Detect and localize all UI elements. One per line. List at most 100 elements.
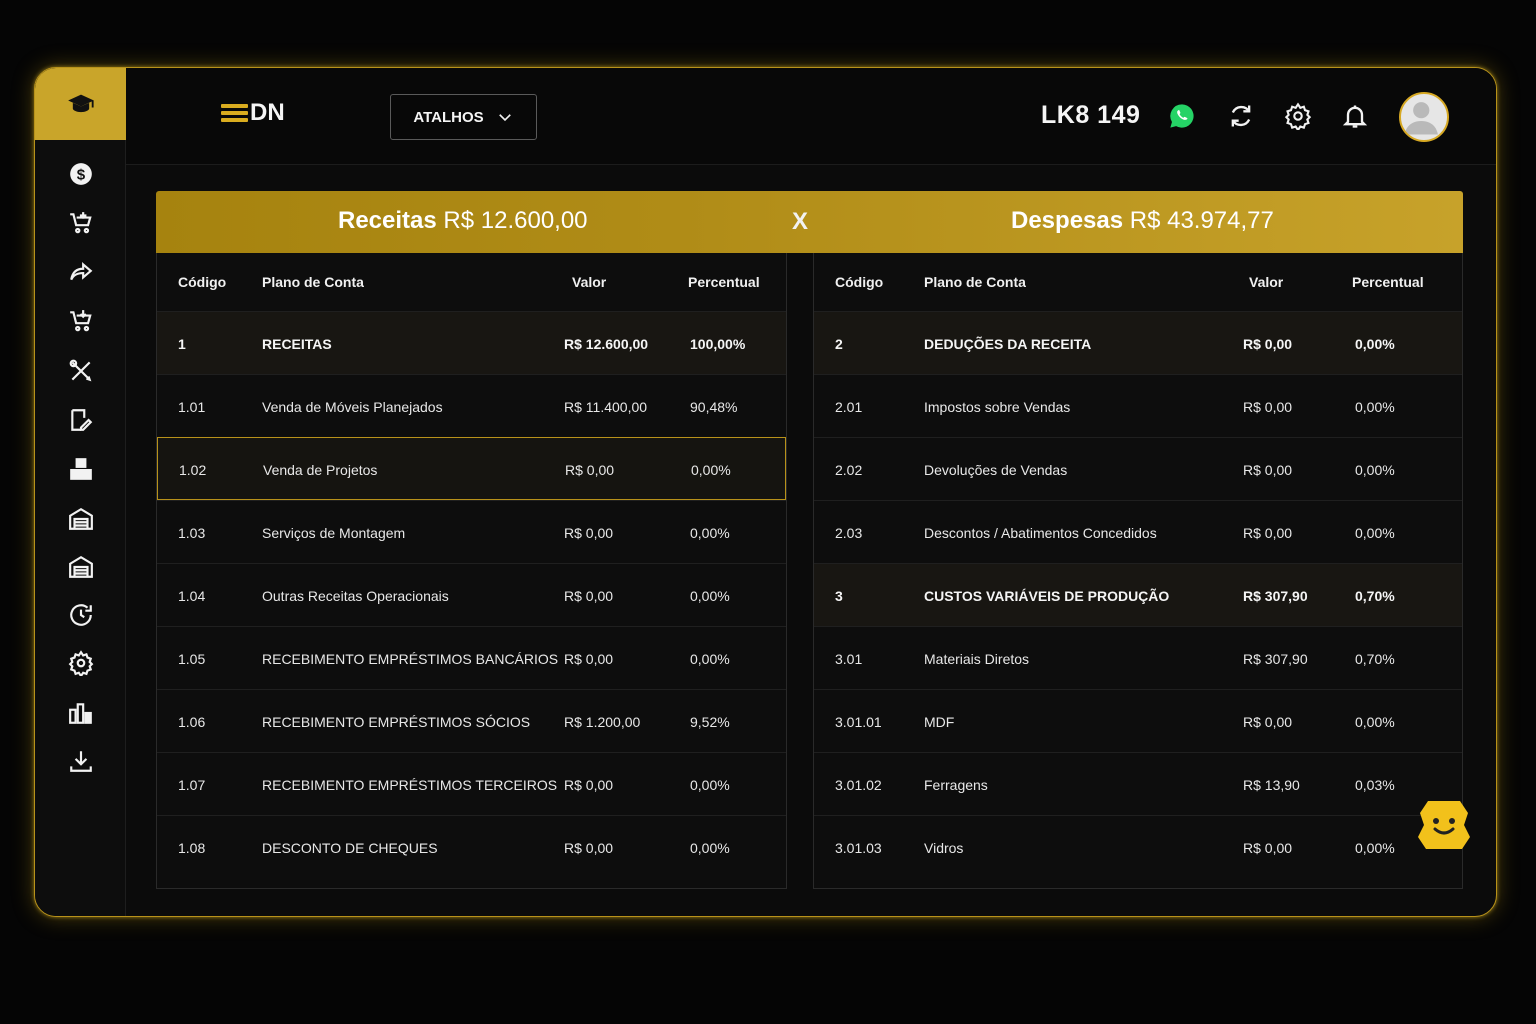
cell-code: 1.04 (178, 588, 206, 604)
sidebar-item-warehouse[interactable] (65, 503, 97, 535)
cell-value: R$ 0,00 (1243, 714, 1293, 730)
column-header-account[interactable]: Plano de Conta (924, 274, 1026, 290)
logo-text: DN (250, 99, 285, 126)
cell-percent: 0,00% (690, 525, 730, 541)
cell-code: 3 (835, 588, 843, 604)
sidebar-item-purchases[interactable] (65, 305, 97, 337)
column-header-value[interactable]: Valor (572, 274, 606, 290)
cell-percent: 0,00% (1355, 714, 1395, 730)
table-row[interactable]: 3.01.03 Vidros R$ 0,00 0,00% (814, 815, 1462, 878)
chevron-down-icon (498, 114, 511, 122)
expense-summary: Despesas R$ 43.974,77 (1011, 207, 1274, 235)
top-header: DN ATALHOS LK8 149 (126, 68, 1496, 165)
cell-percent: 0,70% (1355, 588, 1395, 604)
gear-icon (1284, 102, 1312, 130)
table-row[interactable]: 3.01.02 Ferragens R$ 13,90 0,03% (814, 752, 1462, 815)
cell-account: Descontos / Abatimentos Concedidos (924, 525, 1157, 541)
cell-percent: 90,48% (690, 399, 738, 415)
column-header-percent[interactable]: Percentual (1352, 274, 1424, 290)
warehouse-icon (69, 507, 93, 530)
table-row[interactable]: 1.04 Outras Receitas Operacionais R$ 0,00 0… (157, 563, 786, 626)
table-row[interactable]: 2.02 Devoluções de Vendas R$ 0,00 0,00% (814, 437, 1462, 500)
sidebar-item-export[interactable] (65, 745, 97, 777)
cell-account: Outras Receitas Operacionais (262, 588, 449, 604)
cell-value: R$ 0,00 (1243, 336, 1293, 352)
tools-icon (69, 359, 92, 382)
table-header: Código Plano de Conta Valor Percentual (814, 253, 1462, 311)
table-row[interactable]: 2.03 Descontos / Abatimentos Concedidos R$… (814, 500, 1462, 563)
sidebar-item-history[interactable] (65, 599, 97, 631)
sidebar-item-sales[interactable] (65, 207, 97, 239)
notifications-button[interactable] (1340, 101, 1370, 131)
table-row[interactable]: 1.06 RECEBIMENTO EMPRÉSTIMOS SÓCIOS R$ 1.2… (157, 689, 786, 752)
sidebar-item-settings[interactable] (65, 647, 97, 679)
cell-value: R$ 0,00 (564, 840, 614, 856)
dollar-circle-icon: $ (70, 163, 92, 185)
whatsapp-button[interactable] (1167, 101, 1197, 131)
cell-code: 1.07 (178, 777, 206, 793)
cell-account: Venda de Projetos (263, 462, 378, 478)
cell-value: R$ 0,00 (1243, 840, 1293, 856)
cell-account: RECEBIMENTO EMPRÉSTIMOS BANCÁRIOS (262, 651, 559, 667)
table-row[interactable]: 3.01.01 MDF R$ 0,00 0,00% (814, 689, 1462, 752)
settings-button[interactable] (1283, 101, 1313, 131)
whatsapp-icon (1170, 104, 1194, 128)
table-row[interactable]: 1.05 RECEBIMENTO EMPRÉSTIMOS BANCÁRIOS R$ … (157, 626, 786, 689)
sidebar-item-share[interactable] (65, 256, 97, 288)
cell-code: 1.02 (179, 462, 207, 478)
cell-percent: 0,00% (691, 462, 731, 478)
table-row[interactable]: 1 RECEITAS R$ 12.600,00 100,00% (157, 311, 786, 374)
table-row[interactable]: 3.01 Materiais Diretos R$ 307,90 0,70% (814, 626, 1462, 689)
app-logo[interactable]: DN (221, 99, 285, 126)
cell-percent: 100,00% (690, 336, 746, 352)
cell-percent: 0,00% (1355, 525, 1395, 541)
cell-code: 1.06 (178, 714, 206, 730)
sidebar-item-documents[interactable] (65, 404, 97, 436)
table-row[interactable]: 2 DEDUÇÕES DA RECEITA R$ 0,00 0,00% (814, 311, 1462, 374)
cell-account: Vidros (924, 840, 964, 856)
gear-icon (68, 650, 94, 676)
cell-percent: 0,00% (1355, 399, 1395, 415)
sidebar-item-reports[interactable] (65, 697, 97, 729)
sidebar-item-tools[interactable] (65, 355, 97, 387)
assistant-bot-button[interactable] (1412, 799, 1476, 851)
cell-value: R$ 0,00 (564, 651, 614, 667)
cell-code: 1.03 (178, 525, 206, 541)
sidebar-item-inventory[interactable] (65, 453, 97, 485)
cell-value: R$ 12.600,00 (564, 336, 649, 352)
table-row[interactable]: 1.03 Serviços de Montagem R$ 0,00 0,00% (157, 500, 786, 563)
cell-account: RECEBIMENTO EMPRÉSTIMOS SÓCIOS (262, 714, 531, 730)
cell-value: R$ 0,00 (564, 588, 614, 604)
cell-account: MDF (924, 714, 955, 730)
cart-download-icon (70, 310, 92, 332)
cell-code: 2 (835, 336, 843, 352)
cell-percent: 0,03% (1355, 777, 1395, 793)
shortcuts-dropdown[interactable]: ATALHOS (390, 94, 537, 140)
column-header-code[interactable]: Código (178, 274, 226, 290)
cell-value: R$ 1.200,00 (564, 714, 641, 730)
table-row[interactable]: 2.01 Impostos sobre Vendas R$ 0,00 0,00% (814, 374, 1462, 437)
column-header-account[interactable]: Plano de Conta (262, 274, 364, 290)
table-row[interactable]: 1.07 RECEBIMENTO EMPRÉSTIMOS TERCEIROS R$ … (157, 752, 786, 815)
sidebar-item-store[interactable] (65, 551, 97, 583)
cell-code: 2.02 (835, 462, 863, 478)
column-header-value[interactable]: Valor (1249, 274, 1283, 290)
sidebar: $ (35, 68, 126, 916)
column-header-percent[interactable]: Percentual (688, 274, 760, 290)
table-row[interactable]: 1.01 Venda de Móveis Planejados R$ 11.400,… (157, 374, 786, 437)
sidebar-item-finance[interactable]: $ (65, 158, 97, 190)
cell-code: 3.01.02 (835, 777, 882, 793)
user-avatar[interactable] (1399, 92, 1449, 142)
sidebar-item-training[interactable] (35, 68, 126, 140)
cell-value: R$ 307,90 (1243, 588, 1308, 604)
table-row[interactable]: 1.08 DESCONTO DE CHEQUES R$ 0,00 0,00% (157, 815, 786, 878)
table-row[interactable]: 1.02 Venda de Projetos R$ 0,00 0,00% (157, 437, 786, 500)
cell-percent: 0,00% (1355, 462, 1395, 478)
edit-document-icon (71, 409, 93, 431)
refresh-button[interactable] (1226, 101, 1256, 131)
cell-percent: 0,00% (690, 777, 730, 793)
column-header-code[interactable]: Código (835, 274, 883, 290)
table-row[interactable]: 3 CUSTOS VARIÁVEIS DE PRODUÇÃO R$ 307,90 0,… (814, 563, 1462, 626)
logo-mark (221, 104, 248, 122)
cell-value: R$ 0,00 (565, 462, 615, 478)
